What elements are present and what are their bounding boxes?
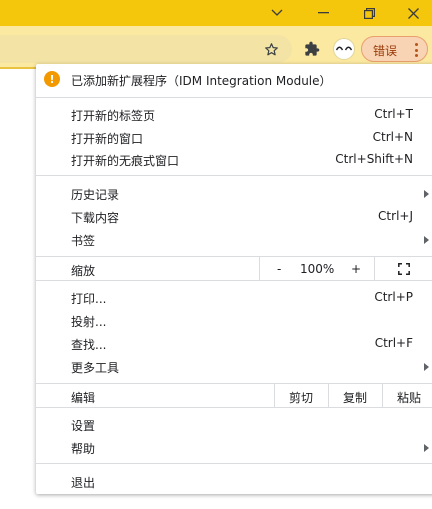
menu-item-downloads[interactable]: 下载内容 Ctrl+J bbox=[36, 205, 432, 228]
menu-separator bbox=[36, 463, 432, 464]
menu-item-label: 书签 bbox=[71, 234, 96, 248]
menu-item-cast[interactable]: 投射... bbox=[36, 309, 432, 332]
copy-button[interactable]: 复制 bbox=[328, 389, 382, 406]
menu-item-label: 投射... bbox=[71, 315, 107, 329]
menu-separator bbox=[36, 383, 432, 384]
menu-item-shortcut: Ctrl+J bbox=[378, 209, 413, 223]
zoom-label: 缩放 bbox=[71, 264, 96, 278]
menu-item-label: 查找... bbox=[71, 338, 107, 352]
menu-separator bbox=[36, 175, 432, 176]
zoom-divider bbox=[259, 257, 260, 280]
error-menu-button[interactable]: 错误 bbox=[361, 36, 428, 62]
submenu-arrow-icon bbox=[424, 363, 429, 371]
menu-item-label: 退出 bbox=[71, 476, 96, 490]
menu-item-shortcut: Ctrl+N bbox=[372, 130, 413, 144]
warning-icon: ! bbox=[44, 71, 60, 87]
address-bar[interactable] bbox=[0, 35, 292, 63]
error-label: 错误 bbox=[373, 44, 398, 58]
menu-item-shortcut: Ctrl+T bbox=[374, 107, 413, 121]
menu-item-label: 打开新的无痕式窗口 bbox=[71, 154, 180, 168]
menu-item-print[interactable]: 打印... Ctrl+P bbox=[36, 286, 432, 309]
menu-item-label: 设置 bbox=[71, 419, 96, 433]
menu-item-new-tab[interactable]: 打开新的标签页 Ctrl+T bbox=[36, 103, 432, 126]
menu-item-label: 打开新的标签页 bbox=[71, 109, 156, 123]
title-bar bbox=[0, 0, 432, 26]
menu-item-new-incognito-window[interactable]: 打开新的无痕式窗口 Ctrl+Shift+N bbox=[36, 148, 432, 171]
zoom-out-button[interactable]: - bbox=[277, 262, 281, 276]
restore-icon[interactable] bbox=[346, 0, 392, 26]
menu-item-bookmarks[interactable]: 书签 bbox=[36, 228, 432, 251]
zoom-level: 100% bbox=[300, 262, 335, 276]
notice-text: 已添加新扩展程序（IDM Integration Module） bbox=[71, 74, 332, 88]
menu-item-label: 打印... bbox=[71, 292, 107, 306]
menu-separator bbox=[36, 280, 432, 281]
menu-separator bbox=[36, 256, 432, 257]
zoom-in-button[interactable]: + bbox=[351, 262, 361, 276]
menu-item-more-tools[interactable]: 更多工具 bbox=[36, 355, 432, 378]
profile-avatar-icon[interactable] bbox=[333, 38, 355, 60]
menu-item-shortcut: Ctrl+P bbox=[374, 290, 413, 304]
menu-item-label: 帮助 bbox=[71, 442, 96, 456]
menu-item-label: 下载内容 bbox=[71, 211, 120, 225]
menu-item-find[interactable]: 查找... Ctrl+F bbox=[36, 332, 432, 355]
menu-item-shortcut: Ctrl+Shift+N bbox=[335, 152, 413, 166]
submenu-arrow-icon bbox=[424, 190, 429, 198]
zoom-divider bbox=[374, 257, 375, 280]
submenu-arrow-icon bbox=[424, 444, 429, 452]
fullscreen-icon[interactable] bbox=[396, 261, 412, 277]
tab-search-chevron-icon[interactable] bbox=[254, 0, 300, 26]
extensions-puzzle-icon[interactable] bbox=[302, 39, 322, 59]
menu-row-zoom: 缩放 bbox=[36, 258, 432, 281]
menu-item-help[interactable]: 帮助 bbox=[36, 436, 432, 459]
menu-item-history[interactable]: 历史记录 bbox=[36, 182, 432, 205]
edit-label: 编辑 bbox=[71, 391, 96, 405]
menu-separator bbox=[36, 97, 432, 98]
menu-item-label: 更多工具 bbox=[71, 361, 120, 375]
menu-separator bbox=[36, 407, 432, 408]
bookmark-star-icon[interactable] bbox=[262, 40, 280, 58]
minimize-icon[interactable] bbox=[300, 0, 346, 26]
close-icon[interactable] bbox=[390, 0, 432, 26]
menu-item-label: 打开新的窗口 bbox=[71, 132, 144, 146]
submenu-arrow-icon bbox=[424, 236, 429, 244]
cut-button[interactable]: 剪切 bbox=[274, 389, 328, 406]
menu-item-shortcut: Ctrl+F bbox=[374, 336, 413, 350]
menu-item-new-window[interactable]: 打开新的窗口 Ctrl+N bbox=[36, 126, 432, 149]
menu-item-settings[interactable]: 设置 bbox=[36, 413, 432, 436]
app-menu: ! 已添加新扩展程序（IDM Integration Module） 打开新的标… bbox=[36, 64, 432, 494]
menu-item-label: 历史记录 bbox=[71, 188, 120, 202]
paste-button[interactable]: 粘贴 bbox=[382, 389, 432, 406]
extension-added-notice[interactable]: ! 已添加新扩展程序（IDM Integration Module） bbox=[36, 68, 432, 91]
more-vertical-icon bbox=[410, 41, 422, 59]
menu-item-exit[interactable]: 退出 bbox=[36, 470, 432, 493]
